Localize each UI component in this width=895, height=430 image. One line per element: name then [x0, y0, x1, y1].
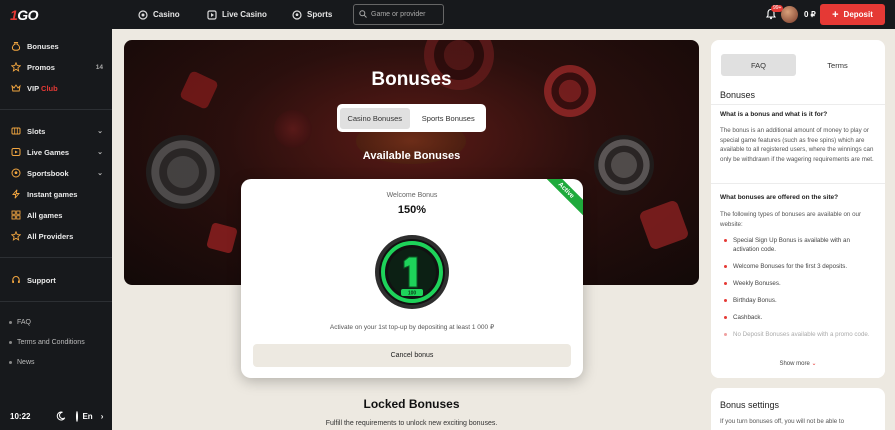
top-bar: 1GO Casino Live Casino Sports Game or pr… [0, 0, 895, 29]
faq-heading: Bonuses [720, 90, 756, 100]
bonus-settings-heading: Bonus settings [720, 400, 780, 410]
faq-tabs: FAQ Terms [721, 54, 875, 76]
faq-divider [711, 183, 885, 184]
faq-divider [711, 104, 885, 105]
locked-bonuses-subtitle: Fulfill the requirements to unlock new e… [325, 420, 498, 427]
poker-chip-decoration [594, 135, 654, 195]
tab-sports-bonuses[interactable]: Sports Bonuses [414, 108, 484, 129]
bullet-icon [9, 341, 12, 344]
bonus-description: Activate on your 1st top-up by depositin… [329, 324, 495, 331]
welcome-bonus-card: Active Welcome Bonus 150% 100 Activate o… [241, 179, 583, 378]
poker-chip-decoration [206, 222, 238, 254]
sidebar-item-slots[interactable]: Slots ⌄ [11, 126, 103, 136]
plus-icon: + [832, 8, 839, 21]
locked-bonuses-heading: Locked Bonuses [363, 397, 460, 411]
search-input[interactable]: Game or provider [353, 4, 444, 25]
poker-chip-decoration [146, 135, 220, 209]
list-item: Special Sign Up Bonus is available with … [724, 236, 874, 254]
sidebar-item-sportsbook[interactable]: Sportsbook ⌄ [11, 168, 103, 178]
sidebar: Bonuses Promos 14 VIP Club Slots ⌄ Live … [0, 29, 112, 430]
page-title: Bonuses [371, 69, 452, 90]
tab-faq[interactable]: FAQ [721, 54, 796, 76]
chevron-down-icon: ⌄ [811, 361, 817, 367]
sidebar-item-promos[interactable]: Promos 14 [11, 62, 103, 72]
sidebar-item-all-providers[interactable]: All Providers [11, 231, 103, 241]
bonus-medal-icon: 100 [375, 235, 449, 309]
search-placeholder: Game or provider [371, 11, 426, 18]
sidebar-item-all-games[interactable]: All games [11, 210, 103, 220]
sidebar-link-terms[interactable]: Terms and Conditions [9, 339, 85, 346]
nav-live-casino[interactable]: Live Casino [207, 0, 267, 29]
sidebar-item-vip-club[interactable]: VIP Club [11, 83, 103, 93]
sidebar-item-live-games[interactable]: Live Games ⌄ [11, 147, 103, 157]
site-logo[interactable]: 1GO [10, 7, 39, 23]
star-outline-icon [11, 231, 21, 241]
list-item: Cashback. [724, 313, 874, 322]
sidebar-item-instant-games[interactable]: Instant games [11, 189, 103, 199]
bullet-icon [9, 361, 12, 364]
promos-count: 14 [95, 63, 103, 71]
uk-flag-icon[interactable] [76, 411, 79, 422]
list-item: Welcome Bonuses for the first 3 deposits… [724, 262, 874, 271]
sidebar-divider [0, 257, 112, 258]
sidebar-link-news[interactable]: News [9, 359, 35, 366]
bonus-type-tabs: Casino Bonuses Sports Bonuses [337, 104, 486, 132]
sidebar-link-faq[interactable]: FAQ [9, 319, 31, 326]
moneybag-icon [11, 41, 21, 51]
sidebar-divider [0, 109, 112, 110]
chevron-down-icon: ⌄ [97, 149, 103, 156]
bonus-percent: 150% [397, 204, 427, 216]
show-more-link[interactable]: Show more ⌄ [711, 360, 885, 367]
crown-icon [11, 83, 21, 93]
cancel-bonus-button[interactable]: Cancel bonus [253, 344, 571, 367]
faq-question: What bonuses are offered on the site? [720, 194, 839, 201]
available-bonuses-heading: Available Bonuses [362, 150, 461, 162]
live-casino-icon [207, 9, 217, 20]
tab-terms[interactable]: Terms [800, 54, 875, 76]
grid-icon [11, 210, 21, 220]
headset-icon [11, 275, 21, 285]
sportsbook-icon [11, 168, 21, 178]
nav-casino[interactable]: Casino [138, 0, 180, 29]
moon-icon[interactable] [56, 411, 66, 423]
language-selector[interactable]: En [82, 412, 92, 421]
bonus-settings-text: If you turn bonuses off, you will not be… [720, 418, 845, 425]
list-item: Weekly Bonuses. [724, 279, 874, 288]
faq-question: What is a bonus and what is it for? [720, 111, 828, 118]
sidebar-item-support[interactable]: Support [11, 275, 103, 285]
soccer-ball-icon [292, 9, 302, 20]
live-games-icon [11, 147, 21, 157]
chevron-down-icon: ⌄ [97, 128, 103, 135]
medal-text: 100 [408, 291, 417, 297]
poker-chip-decoration [274, 110, 312, 148]
deposit-button[interactable]: + Deposit [820, 4, 885, 25]
bonus-label: Welcome Bonus [386, 192, 438, 199]
chevron-right-icon[interactable]: › [101, 412, 104, 421]
fade-overlay [711, 340, 885, 378]
poker-chip-decoration [638, 199, 690, 251]
nav-sports[interactable]: Sports [292, 0, 332, 29]
casino-chip-icon [138, 9, 148, 20]
balance[interactable]: 0 ₽ [804, 10, 816, 19]
bonus-settings-panel: Bonus settings If you turn bonuses off, … [711, 388, 885, 430]
sidebar-item-bonuses[interactable]: Bonuses [11, 41, 103, 51]
faq-answer: The bonus is an additional amount of mon… [720, 127, 874, 163]
sidebar-divider [0, 301, 112, 302]
bullet-icon [9, 321, 12, 324]
avatar[interactable] [781, 6, 798, 23]
sidebar-footer: 10:22 En › [0, 403, 112, 430]
lightning-icon [11, 189, 21, 199]
faq-panel: FAQ Terms Bonuses What is a bonus and wh… [711, 40, 885, 378]
tab-casino-bonuses[interactable]: Casino Bonuses [340, 107, 410, 129]
faq-answer: The following types of bonuses are avail… [720, 211, 862, 228]
list-item: No Deposit Bonuses available with a prom… [724, 330, 874, 339]
chevron-down-icon: ⌄ [97, 170, 103, 177]
star-icon [11, 62, 21, 72]
clock-time: 10:22 [10, 412, 31, 421]
slots-icon [11, 126, 21, 136]
list-item: Birthday Bonus. [724, 296, 874, 305]
search-icon [359, 9, 367, 20]
